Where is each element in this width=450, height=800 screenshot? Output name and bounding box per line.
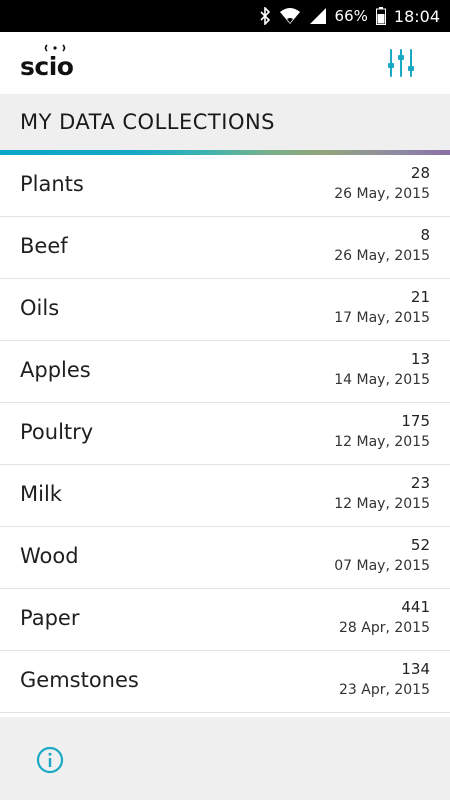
section-header: MY DATA COLLECTIONS xyxy=(0,94,450,150)
list-item[interactable]: Gemstones 134 23 Apr, 2015 xyxy=(0,651,450,713)
battery-percent: 66% xyxy=(334,7,368,25)
collection-count: 134 xyxy=(401,660,430,678)
battery-icon xyxy=(375,7,386,25)
collection-date: 14 May, 2015 xyxy=(334,372,430,388)
collection-date: 17 May, 2015 xyxy=(334,310,430,326)
collection-name: Beef xyxy=(20,234,68,258)
list-item[interactable]: Plants 28 26 May, 2015 xyxy=(0,155,450,217)
list-item[interactable]: Paper 441 28 Apr, 2015 xyxy=(0,589,450,651)
list-item[interactable]: Beef 8 26 May, 2015 xyxy=(0,217,450,279)
app-bar: scio xyxy=(0,32,450,94)
collection-count: 13 xyxy=(410,350,430,368)
page-title: MY DATA COLLECTIONS xyxy=(20,110,276,134)
collection-date: 12 May, 2015 xyxy=(334,496,430,512)
collection-count: 28 xyxy=(410,164,430,182)
signal-icon xyxy=(309,7,327,25)
collection-name: Gemstones xyxy=(20,668,139,692)
collection-date: 26 May, 2015 xyxy=(334,186,430,202)
list-item[interactable]: Poultry 175 12 May, 2015 xyxy=(0,403,450,465)
collection-date: 23 Apr, 2015 xyxy=(338,682,430,698)
info-button[interactable] xyxy=(36,746,64,774)
logo-text: scio xyxy=(20,52,74,81)
list-item[interactable]: Oils 21 17 May, 2015 xyxy=(0,279,450,341)
collection-count: 175 xyxy=(401,412,430,430)
collection-name: Paper xyxy=(20,606,80,630)
collection-date: 28 Apr, 2015 xyxy=(338,620,430,636)
collection-date: 26 May, 2015 xyxy=(334,248,430,264)
wifi-icon xyxy=(279,7,301,25)
collection-name: Poultry xyxy=(20,420,94,444)
footer-bar xyxy=(0,717,450,800)
collection-name: Oils xyxy=(20,296,60,320)
collection-count: 23 xyxy=(410,474,430,492)
sliders-icon xyxy=(388,49,414,77)
collection-count: 8 xyxy=(420,226,430,244)
list-item[interactable]: Apples 13 14 May, 2015 xyxy=(0,341,450,403)
list-item[interactable]: Milk 23 12 May, 2015 xyxy=(0,465,450,527)
collection-name: Apples xyxy=(20,358,91,382)
clock: 18:04 xyxy=(393,6,440,26)
collection-count: 441 xyxy=(401,598,430,616)
collections-list: Plants 28 26 May, 2015 Beef 8 26 May, 20… xyxy=(0,155,450,717)
collection-name: Wood xyxy=(20,544,79,568)
status-bar: 66% 18:04 xyxy=(0,0,450,32)
collection-name: Milk xyxy=(20,482,62,506)
collection-count: 21 xyxy=(410,288,430,306)
list-item[interactable]: Wood 52 07 May, 2015 xyxy=(0,527,450,589)
scio-logo: scio xyxy=(20,42,100,86)
collection-count: 52 xyxy=(410,536,430,554)
info-icon xyxy=(36,746,64,774)
collection-date: 12 May, 2015 xyxy=(334,434,430,450)
collection-name: Plants xyxy=(20,172,84,196)
collection-date: 07 May, 2015 xyxy=(334,558,430,574)
bluetooth-icon xyxy=(259,7,271,25)
filter-button[interactable] xyxy=(380,44,422,82)
